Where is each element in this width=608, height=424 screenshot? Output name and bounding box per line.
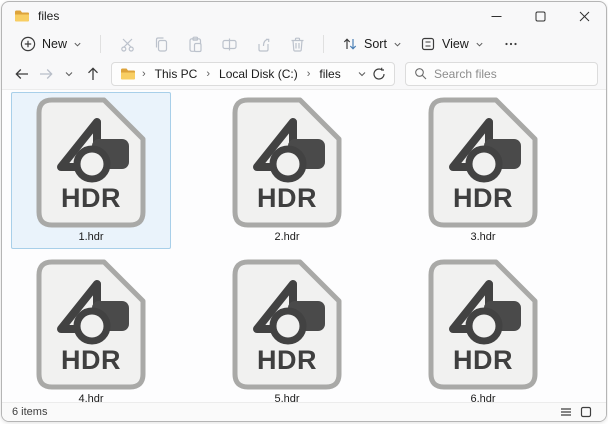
close-button[interactable] (562, 2, 606, 30)
breadcrumb-local-disk[interactable]: Local Disk (C:) (216, 66, 301, 82)
hdr-file-icon: HDR (232, 97, 342, 228)
toolbar-separator (100, 35, 102, 53)
delete-button[interactable] (281, 32, 313, 56)
forward-arrow-icon (39, 68, 53, 79)
cut-button[interactable] (111, 32, 143, 56)
hdr-file-icon: HDR (36, 259, 146, 390)
hdr-extension-label: HDR (61, 345, 121, 375)
hdr-extension-label: HDR (453, 183, 513, 213)
file-name: 1.hdr (78, 231, 104, 243)
close-icon (579, 11, 589, 21)
chevron-down-icon (476, 42, 483, 47)
details-view-icon (561, 408, 571, 416)
paste-button[interactable] (179, 32, 211, 56)
forward-button[interactable] (34, 61, 58, 87)
items-count: 6 items (12, 406, 48, 418)
file-tile-1hdr[interactable]: HDR 1.hdr (11, 92, 171, 249)
file-name: 2.hdr (274, 231, 300, 243)
folder-icon (121, 68, 135, 79)
view-icon (421, 37, 435, 51)
title-bar: files (2, 2, 606, 30)
copy-button[interactable] (145, 32, 177, 56)
new-button-label: New (42, 37, 68, 51)
back-arrow-icon (15, 68, 28, 79)
icons-view-button[interactable] (576, 404, 596, 421)
up-button[interactable] (81, 61, 105, 87)
hdr-file-icon: HDR (428, 259, 538, 390)
maximize-icon (535, 11, 545, 21)
file-name: 5.hdr (274, 393, 300, 402)
folder-icon (15, 10, 29, 22)
paste-icon (188, 36, 202, 52)
cut-icon (120, 38, 134, 52)
sort-button[interactable]: Sort (334, 32, 410, 56)
search-box[interactable] (405, 61, 598, 86)
chevron-down-icon (394, 42, 401, 47)
refresh-icon[interactable] (372, 67, 386, 81)
sort-button-label: Sort (364, 37, 387, 51)
address-dropdown-icon[interactable] (357, 69, 367, 79)
hdr-file-icon: HDR (36, 97, 146, 228)
new-plus-icon (20, 36, 36, 52)
ellipsis-icon (505, 42, 517, 46)
maximize-button[interactable] (518, 2, 562, 30)
file-name: 3.hdr (470, 231, 496, 243)
breadcrumb-this-pc[interactable]: This PC (152, 66, 201, 82)
file-tile-6hdr[interactable]: HDR 6.hdr (403, 254, 563, 402)
file-tile-3hdr[interactable]: HDR 3.hdr (403, 92, 563, 249)
breadcrumb-separator[interactable]: › (306, 68, 312, 80)
hdr-file-icon: HDR (232, 259, 342, 390)
rename-button[interactable] (213, 32, 245, 56)
share-icon (257, 38, 269, 52)
delete-icon (291, 37, 304, 52)
share-button[interactable] (247, 32, 279, 56)
file-grid: HDR 1.hdr HDR 2.hdr HDR 3.hdr HDR 4.hdr … (11, 92, 606, 402)
hdr-extension-label: HDR (61, 183, 121, 213)
explorer-window: files New Sort View › This PC › Local Di… (1, 1, 607, 422)
recent-locations-button[interactable] (58, 61, 82, 87)
window-title: files (38, 9, 60, 23)
breadcrumb-separator[interactable]: › (205, 68, 211, 80)
up-arrow-icon (88, 66, 99, 80)
hdr-extension-label: HDR (257, 183, 317, 213)
icons-view-icon (580, 406, 592, 418)
status-bar: 6 items (2, 402, 606, 421)
address-row: › This PC › Local Disk (C:) › files (2, 58, 606, 90)
details-view-button[interactable] (556, 404, 576, 421)
view-button-label: View (441, 37, 469, 51)
chevron-down-icon (65, 71, 73, 76)
breadcrumb-files[interactable]: files (316, 66, 343, 82)
file-name: 4.hdr (78, 393, 104, 402)
sort-icon (343, 38, 357, 50)
file-name: 6.hdr (470, 393, 496, 402)
search-icon (415, 68, 427, 80)
back-button[interactable] (10, 61, 34, 87)
file-list-area[interactable]: HDR 1.hdr HDR 2.hdr HDR 3.hdr HDR 4.hdr … (2, 90, 606, 402)
new-button[interactable]: New (12, 32, 90, 56)
more-options-button[interactable] (494, 33, 528, 55)
file-tile-4hdr[interactable]: HDR 4.hdr (11, 254, 171, 402)
minimize-button[interactable] (474, 2, 518, 30)
view-button[interactable]: View (412, 32, 492, 56)
hdr-file-icon: HDR (428, 97, 538, 228)
file-tile-2hdr[interactable]: HDR 2.hdr (207, 92, 367, 249)
search-input[interactable] (434, 66, 589, 81)
breadcrumb-separator[interactable]: › (141, 68, 147, 80)
hdr-extension-label: HDR (453, 345, 513, 375)
minimize-icon (491, 15, 501, 17)
copy-icon (155, 36, 167, 52)
hdr-extension-label: HDR (257, 345, 317, 375)
command-toolbar: New Sort View (2, 30, 606, 58)
toolbar-separator (323, 35, 325, 53)
file-tile-5hdr[interactable]: HDR 5.hdr (207, 254, 367, 402)
rename-icon (221, 38, 237, 50)
chevron-down-icon (74, 42, 81, 47)
address-bar[interactable]: › This PC › Local Disk (C:) › files (111, 61, 395, 86)
